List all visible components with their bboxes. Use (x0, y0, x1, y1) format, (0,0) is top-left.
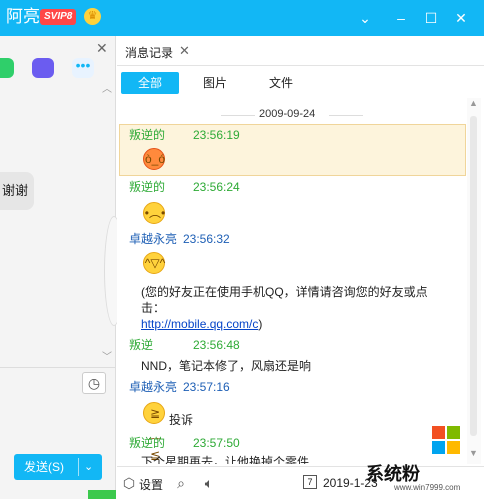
message-sender: 叛逆的 (129, 128, 166, 142)
message-time: 23:56:32 (183, 232, 230, 246)
message-sender: 卓越永亮 (129, 232, 178, 246)
records-tab-header: 消息记录 ✕ (117, 36, 484, 66)
message-text: 投诉 (169, 413, 194, 427)
logo-green-square (447, 426, 460, 439)
settings-label[interactable]: 设置 (139, 476, 163, 493)
phone-call-icon[interactable] (0, 58, 14, 78)
filter-all[interactable]: 全部 (121, 72, 179, 94)
crown-icon: ♛ (84, 8, 101, 25)
message-text: (您的好友正在使用手机QQ，详情请咨询您的好友或点 (141, 285, 428, 299)
search-icon[interactable]: ⌕ (173, 475, 189, 491)
logo-blue-square (432, 441, 445, 454)
scroll-up-icon[interactable]: ▲ (469, 98, 478, 108)
volume-icon[interactable]: 🔈︎ (201, 475, 217, 491)
message-time: 23:56:24 (193, 180, 240, 194)
close-panel-icon[interactable]: ✕ (96, 40, 108, 57)
scrollbar[interactable]: ▲ ▼ (467, 98, 481, 464)
angry-face-icon: ò_ó (143, 148, 165, 170)
chat-bubble: 谢谢 (0, 172, 34, 210)
date-line-left (221, 115, 255, 116)
window-title: 阿亮 (6, 7, 40, 26)
minimize-button[interactable]: – (392, 9, 410, 27)
video-call-icon[interactable] (32, 58, 54, 78)
send-separator (78, 458, 79, 476)
windows-logo-icon (432, 426, 460, 454)
svip-badge: SVIP8 (40, 9, 77, 25)
send-button[interactable]: 发送(S) ⌄ (14, 454, 102, 480)
grin-face-icon: ^▽^ (143, 252, 165, 274)
date-line-right (329, 115, 363, 116)
logo-red-square (432, 426, 445, 439)
scroll-thumb[interactable] (470, 116, 477, 436)
message-time: 23:56:48 (193, 338, 240, 352)
date-separator: 2009-09-24 (117, 108, 461, 122)
title-bar: 阿亮 SVIP8 ♛ ⌄ – ☐ ✕ (0, 0, 484, 36)
close-button[interactable]: ✕ (452, 9, 470, 27)
highlighted-message (119, 124, 466, 176)
watermark-url: www.win7999.com (394, 483, 461, 492)
watermark: 系统粉 www.win7999.com (366, 424, 484, 499)
message-sender: 叛逆的 (129, 436, 166, 450)
message-text: 击： (141, 301, 166, 315)
filter-images[interactable]: 图片 (195, 72, 235, 94)
sad-face-icon: •︵• (143, 202, 165, 224)
send-options-chevron-icon[interactable]: ⌄ (84, 454, 93, 480)
link-suffix: ) (258, 317, 263, 331)
maximize-button[interactable]: ☐ (422, 9, 440, 27)
tab-message-records[interactable]: 消息记录 (125, 44, 173, 61)
settings-gear-icon[interactable]: ⬡ (121, 475, 137, 491)
message-time: 23:57:50 (193, 436, 240, 450)
message-text: NND，笔记本修了，风扇还是响 (141, 359, 311, 373)
close-tab-icon[interactable]: ✕ (179, 43, 190, 59)
more-icon[interactable]: ••• (72, 58, 94, 78)
chat-pane: ✕ ••• ︿ 谢谢 ﹀ ◷ 发送(S) ⌄ (0, 36, 124, 499)
dropdown-chevron-icon[interactable]: ⌄ (356, 9, 374, 27)
message-list: 叛逆的 23:56:19 ò_ó 叛逆的 23:56:24 •︵• 卓越永亮 2… (117, 124, 467, 464)
filter-files[interactable]: 文件 (261, 72, 301, 94)
message-sender: 卓越永亮 (129, 380, 178, 394)
date-label: 2009-09-24 (259, 108, 316, 120)
history-clock-icon[interactable]: ◷ (82, 372, 106, 394)
calendar-icon[interactable]: 7 (303, 475, 317, 489)
message-sender: 叛逆 (129, 338, 154, 352)
status-strip (88, 490, 116, 499)
input-divider (0, 367, 116, 368)
send-button-label: 发送(S) (24, 460, 64, 474)
message-text: 下个星期再去，让他换掉个零件 (141, 455, 310, 464)
message-link-row: http://mobile.qq.com/c) (141, 316, 262, 332)
message-records-pane: 消息记录 ✕ 全部 图片 文件 2009-09-24 叛逆的 23:56:19 … (117, 36, 484, 499)
chevron-up-icon[interactable]: ︿ (102, 80, 112, 95)
message-time: 23:56:19 (193, 128, 240, 142)
embarrassed-face-icon: ≧﹏≦ (143, 402, 165, 462)
logo-yellow-square (447, 441, 460, 454)
mobile-qq-link[interactable]: http://mobile.qq.com/c (141, 317, 258, 331)
message-sender: 叛逆的 (129, 180, 166, 194)
message-time: 23:57:16 (183, 380, 230, 394)
chevron-down-icon[interactable]: ﹀ (102, 348, 112, 363)
